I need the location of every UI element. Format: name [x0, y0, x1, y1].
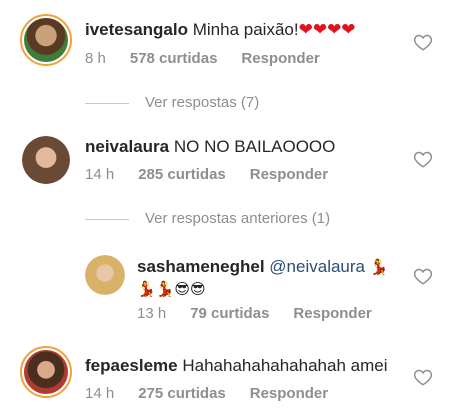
view-previous-replies-link[interactable]: Ver respostas anteriores (1)	[85, 210, 330, 227]
avatar[interactable]	[20, 14, 72, 66]
username[interactable]: ivetesangalo	[85, 20, 188, 39]
comment-text: Minha paixão!	[192, 20, 299, 39]
timestamp: 13 h	[137, 305, 167, 322]
comment-meta: 14 h 275 curtidas Responder	[85, 385, 352, 402]
reply-button[interactable]: Responder	[250, 385, 328, 402]
comment-text: Hahahahahahahahah amei	[182, 356, 388, 375]
comment-neivalaura: neivalaura NO NO BAILAOOOO 14 h 285 curti…	[0, 120, 457, 200]
comment-meta: 8 h 578 curtidas Responder	[85, 50, 344, 67]
hearts-emoji: ❤❤❤❤	[298, 20, 356, 39]
likes-count[interactable]: 275 curtidas	[138, 385, 226, 402]
heart-outline-icon[interactable]	[413, 33, 433, 51]
comment-ivetesangalo: ivetesangalo Minha paixão!❤❤❤❤ 8 h 578 cu…	[0, 0, 457, 90]
heart-outline-icon[interactable]	[413, 267, 433, 285]
likes-count[interactable]: 79 curtidas	[190, 305, 269, 322]
heart-outline-icon[interactable]	[413, 368, 433, 386]
reply-button[interactable]: Responder	[293, 305, 371, 322]
likes-count[interactable]: 285 curtidas	[138, 166, 226, 183]
reply-button[interactable]: Responder	[241, 50, 319, 67]
view-replies-label[interactable]: Ver respostas (7)	[145, 94, 259, 111]
divider	[85, 218, 129, 220]
timestamp: 14 h	[85, 166, 115, 183]
likes-count[interactable]: 578 curtidas	[130, 50, 218, 67]
divider	[85, 102, 129, 104]
avatar[interactable]	[22, 136, 70, 184]
avatar[interactable]	[20, 346, 72, 398]
comment-meta: 14 h 285 curtidas Responder	[85, 166, 352, 183]
comment-text: NO NO BAILAOOOO	[173, 137, 336, 156]
view-replies-link[interactable]: Ver respostas (7)	[85, 94, 259, 111]
comment-emoji-line: 💃💃😎😎	[137, 279, 206, 299]
view-replies-label[interactable]: Ver respostas anteriores (1)	[145, 210, 330, 227]
timestamp: 14 h	[85, 385, 115, 402]
timestamp: 8 h	[85, 50, 106, 67]
heart-outline-icon[interactable]	[413, 150, 433, 168]
comment-fepaesleme: fepaesleme Hahahahahahahahah amei 14 h 27…	[0, 340, 457, 420]
mention-link[interactable]: @neivalaura	[269, 257, 365, 276]
comment-body: sashameneghel @neivalaura 💃	[137, 257, 388, 277]
emoji-sequence: 💃💃😎😎	[137, 281, 206, 298]
comment-body: fepaesleme Hahahahahahahahah amei	[85, 356, 387, 376]
dancer-emoji: 💃	[369, 259, 389, 276]
username[interactable]: neivalaura	[85, 137, 169, 156]
avatar[interactable]	[85, 255, 125, 295]
comment-meta: 13 h 79 curtidas Responder	[137, 305, 396, 322]
comment-body: ivetesangalo Minha paixão!❤❤❤❤	[85, 20, 356, 40]
reply-sashameneghel: sashameneghel @neivalaura 💃 💃💃😎😎 13 h 79 …	[0, 245, 457, 330]
reply-button[interactable]: Responder	[250, 166, 328, 183]
username[interactable]: sashameneghel	[137, 257, 265, 276]
comment-body: neivalaura NO NO BAILAOOOO	[85, 137, 335, 157]
username[interactable]: fepaesleme	[85, 356, 178, 375]
